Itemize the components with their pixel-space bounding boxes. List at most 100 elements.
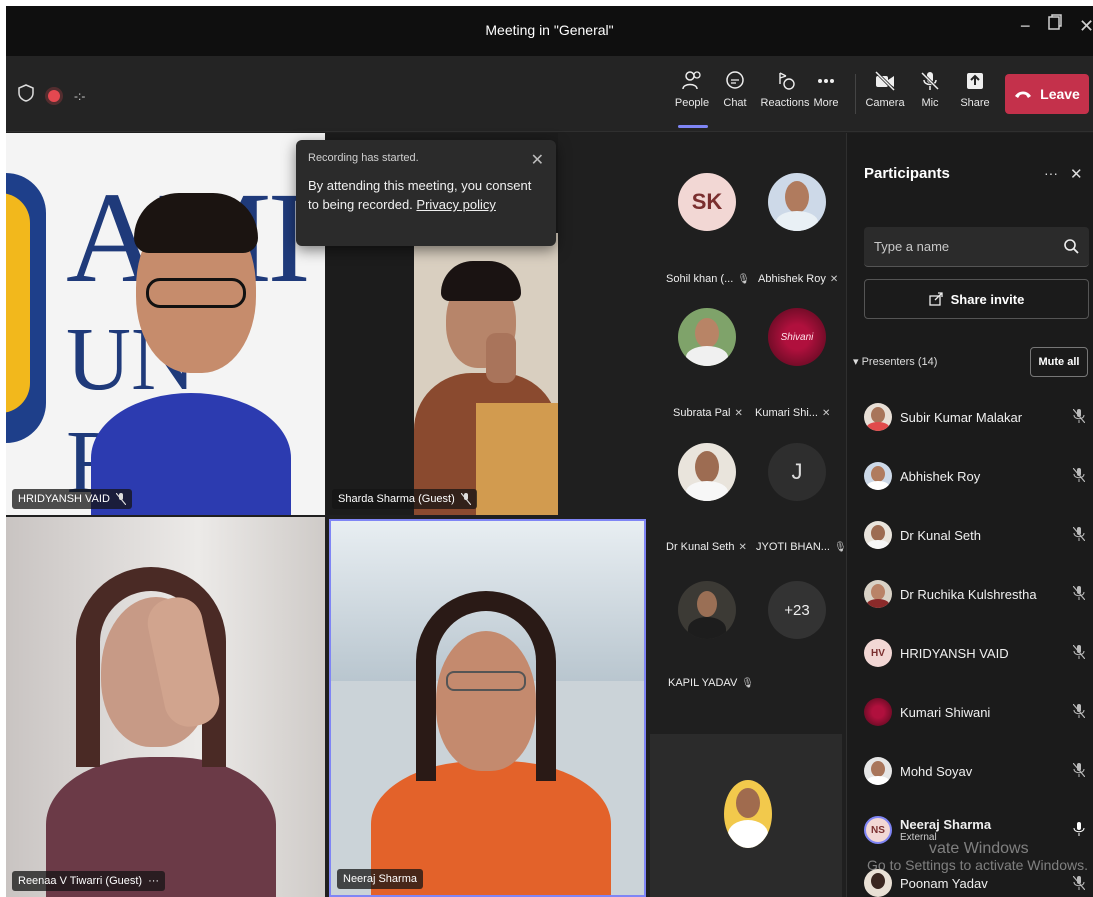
person-hair xyxy=(134,193,258,253)
participant-name: HRIDYANSH VAID xyxy=(18,493,110,505)
share-invite-label: Share invite xyxy=(950,291,1025,307)
title-bar: Meeting in "General" − ✕ xyxy=(6,6,1093,56)
more-label: More xyxy=(813,97,839,109)
close-icon[interactable]: ✕ xyxy=(531,150,544,170)
gallery-label: Kumari Shi... ✕ xyxy=(755,407,831,419)
teams-meeting-window: Meeting in "General" − ✕ -:- People Chat… xyxy=(6,6,1093,897)
avatar xyxy=(864,580,892,608)
more-icon xyxy=(818,79,834,83)
search-input[interactable] xyxy=(864,227,1054,265)
camera-label: Camera xyxy=(865,97,905,109)
gallery-label: Sohil khan (... 🎙 xyxy=(666,273,750,285)
share-invite-button[interactable]: Share invite xyxy=(864,279,1089,319)
more-button[interactable]: More xyxy=(803,70,849,109)
minimize-icon[interactable]: − xyxy=(1020,16,1031,37)
people-icon xyxy=(682,71,701,90)
mic-off-icon xyxy=(1073,763,1085,777)
camera-off-icon xyxy=(874,70,896,92)
share-icon xyxy=(967,73,983,89)
chat-icon xyxy=(726,71,744,89)
toolbar-divider xyxy=(855,74,856,114)
participant-row[interactable]: Dr Kunal Seth xyxy=(864,515,1089,555)
mic-off-icon xyxy=(1073,527,1085,541)
mic-off-icon: ✕ xyxy=(829,273,839,285)
panel-title: Participants xyxy=(864,165,950,182)
mic-button[interactable]: Mic xyxy=(908,70,952,109)
chat-button[interactable]: Chat xyxy=(713,70,757,109)
windows-activation-watermark: vate Windows Go to Settings to activate … xyxy=(867,840,1088,873)
mic-off-icon: ✕ xyxy=(821,407,831,419)
close-window-icon[interactable]: ✕ xyxy=(1079,16,1093,37)
avatar: HV xyxy=(864,639,892,667)
nametag: HRIDYANSH VAID xyxy=(12,489,132,509)
more-options-icon[interactable]: ··· xyxy=(148,875,159,887)
panel-close-icon[interactable]: ✕ xyxy=(1070,165,1083,183)
active-tab-indicator xyxy=(678,125,708,128)
mic-off-icon xyxy=(1073,586,1085,600)
gallery-overflow-button[interactable]: +23 xyxy=(768,581,826,639)
share-label: Share xyxy=(960,97,990,109)
panel-more-icon[interactable]: ··· xyxy=(1044,165,1058,181)
participant-row[interactable]: Dr Ruchika Kulshrestha xyxy=(864,574,1089,614)
mic-icon: 🎙 xyxy=(737,273,750,285)
mute-all-button[interactable]: Mute all xyxy=(1030,347,1088,377)
gallery-avatar-kapil[interactable] xyxy=(678,581,736,639)
toast-message: By attending this meeting, you consent t… xyxy=(308,178,532,212)
leave-button[interactable]: Leave xyxy=(1005,74,1089,114)
gallery-avatar-kunal[interactable] xyxy=(678,443,736,501)
toast-title: Recording has started. xyxy=(308,152,419,164)
more-options-icon[interactable]: -:- xyxy=(74,89,85,103)
gallery-label: KAPIL YADAV 🎙 xyxy=(668,677,754,689)
privacy-policy-link[interactable]: Privacy policy xyxy=(416,197,495,212)
participant-row[interactable]: Subir Kumar Malakar xyxy=(864,397,1089,437)
camera-button[interactable]: Camera xyxy=(862,70,908,109)
gallery-avatar-kumari[interactable]: Shivani xyxy=(768,308,826,366)
nametag: Neeraj Sharma xyxy=(337,869,423,889)
participant-row[interactable]: Mohd Soyav xyxy=(864,751,1089,791)
video-tile-hridyansh[interactable]: AMI UN RS HRIDYANSH VAID xyxy=(6,133,325,515)
leave-label: Leave xyxy=(1040,86,1080,102)
participant-search[interactable] xyxy=(864,227,1089,267)
nametag: Sharda Sharma (Guest) xyxy=(332,489,477,509)
mic-off-icon: ✕ xyxy=(734,407,743,419)
avatar xyxy=(864,403,892,431)
self-view-tile[interactable] xyxy=(650,734,842,897)
mic-off-icon xyxy=(460,493,471,505)
participant-row[interactable]: Kumari Shiwani xyxy=(864,692,1089,732)
share-button[interactable]: Share xyxy=(953,70,997,109)
presenters-header[interactable]: ▾ Presenters (14) xyxy=(853,355,937,368)
person-glasses xyxy=(446,671,526,691)
shield-icon[interactable] xyxy=(18,84,34,107)
mic-off-icon xyxy=(115,493,126,505)
video-tile-neeraj[interactable]: Neeraj Sharma xyxy=(329,519,646,897)
gallery-label: Dr Kunal Seth ✕ xyxy=(666,541,747,553)
logo-accent-shape xyxy=(6,193,30,413)
gallery-label: Abhishek Roy ✕ xyxy=(758,273,839,285)
gallery-avatar-sohil[interactable]: SK xyxy=(678,173,736,231)
gallery-avatar-abhishek[interactable] xyxy=(768,173,826,231)
search-icon xyxy=(1064,239,1079,254)
participant-name: Sharda Sharma (Guest) xyxy=(338,493,455,505)
participant-row[interactable]: Abhishek Roy xyxy=(864,456,1089,496)
participant-row[interactable]: HV HRIDYANSH VAID xyxy=(864,633,1089,673)
self-view-avatar xyxy=(724,780,772,848)
mic-off-icon xyxy=(1073,876,1085,890)
person-saree xyxy=(476,403,558,515)
nametag: Reenaa V Tiwarri (Guest) ··· xyxy=(12,871,166,891)
chat-label: Chat xyxy=(723,97,747,109)
participant-gallery: SK Sohil khan (... 🎙 Abhishek Roy ✕ Subr… xyxy=(650,133,847,731)
participant-name: Reenaa V Tiwarri (Guest) xyxy=(18,875,143,887)
people-label: People xyxy=(674,97,710,109)
gallery-avatar-jyoti[interactable]: J xyxy=(768,443,826,501)
hang-up-icon xyxy=(1015,91,1032,98)
gallery-avatar-subrata[interactable] xyxy=(678,308,736,366)
meeting-toolbar: -:- People Chat Reactions More Camera Mi… xyxy=(6,56,1093,132)
gallery-label: JYOTI BHAN... 🎙 xyxy=(756,541,847,553)
people-button[interactable]: People xyxy=(670,70,714,109)
mic-off-icon: ✕ xyxy=(738,541,747,553)
gallery-label: Subrata Pal ✕ xyxy=(673,407,743,419)
person-glasses xyxy=(146,278,246,308)
participants-panel: Participants ··· ✕ Share invite ▾ Presen… xyxy=(846,133,1093,897)
video-tile-reenaa[interactable]: Reenaa V Tiwarri (Guest) ··· xyxy=(6,517,325,897)
restore-icon[interactable] xyxy=(1048,14,1062,35)
